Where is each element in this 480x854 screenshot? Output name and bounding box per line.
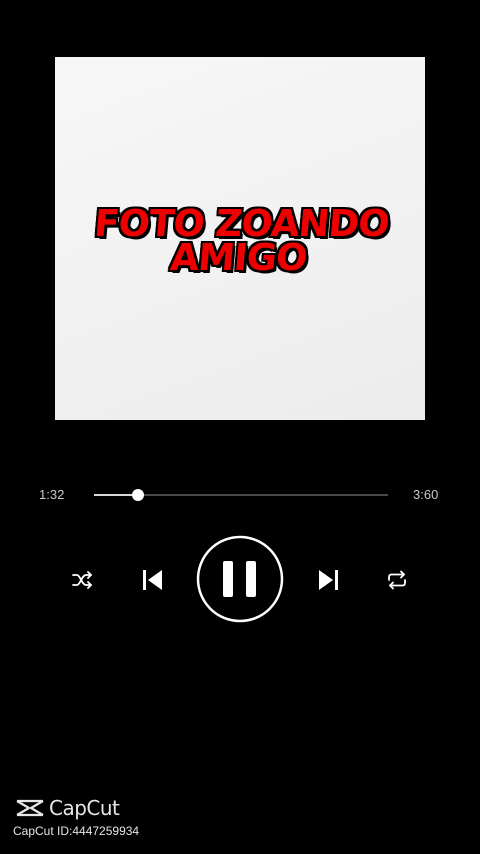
current-time: 1:32	[39, 487, 65, 502]
cover-title-line2: AMIGO	[168, 236, 309, 279]
capcut-logo-icon	[16, 799, 44, 817]
previous-icon	[143, 570, 162, 590]
capcut-watermark: CapCut CapCut ID:4447259934	[13, 796, 140, 838]
capcut-brand: CapCut	[49, 796, 120, 820]
progress-knob[interactable]	[132, 489, 145, 501]
pause-button[interactable]	[196, 535, 284, 623]
capcut-id: CapCut ID:4447259934	[13, 824, 140, 838]
pause-icon	[196, 535, 284, 623]
album-cover: FOTO ZOANDO AMIGO	[55, 57, 425, 420]
repeat-icon	[388, 570, 406, 590]
next-button[interactable]	[315, 566, 341, 594]
progress-bar[interactable]	[94, 489, 388, 501]
shuffle-icon	[72, 571, 92, 589]
next-icon	[319, 570, 338, 590]
cover-title: FOTO ZOANDO AMIGO	[52, 202, 428, 279]
repeat-button[interactable]	[384, 568, 410, 592]
previous-button[interactable]	[140, 566, 166, 594]
total-time: 3:60	[413, 487, 439, 502]
shuffle-button[interactable]	[70, 568, 96, 592]
